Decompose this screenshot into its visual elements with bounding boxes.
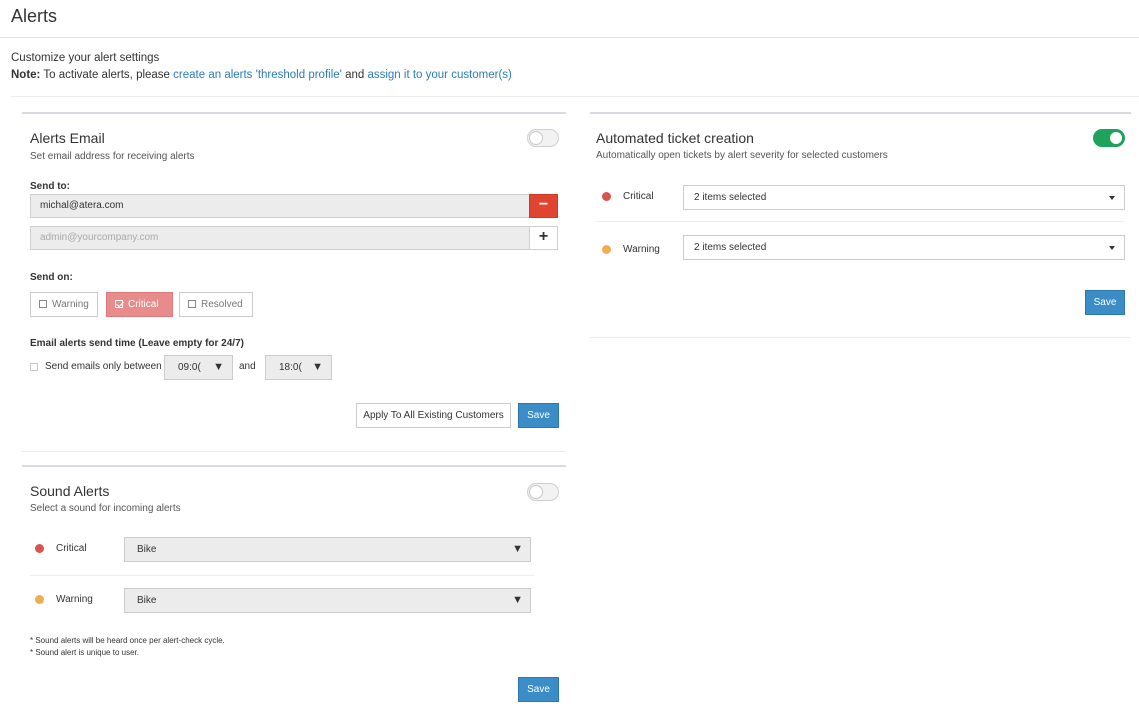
and-label: and [239,361,256,372]
ticket-warning-customers-select[interactable]: 2 items selected [683,235,1125,260]
chevron-down-icon: ▼ [512,543,523,555]
send-time-label: Email alerts send time (Leave empty for … [30,338,244,349]
ticket-creation-toggle[interactable] [1093,129,1125,147]
threshold-profile-link[interactable]: create an alerts 'threshold profile' [173,69,342,81]
page-header: Alerts [0,0,1139,38]
ticket-critical-selection: 2 items selected [694,192,767,203]
ticket-creation-title: Automated ticket creation [596,130,754,146]
alerts-email-subtitle: Set email address for receiving alerts [30,151,195,162]
send-on-critical[interactable]: Critical [106,292,173,317]
ticket-creation-panel: Automated ticket creation Automatically … [590,112,1131,338]
warning-dot-icon [35,595,44,604]
start-time-value: 09:0( [178,362,201,373]
checkbox-icon [39,300,47,308]
critical-dot-icon [602,192,611,201]
sound-note-1: * Sound alerts will be heard once per al… [30,636,225,645]
toggle-knob [1109,131,1123,145]
end-time-select[interactable]: 18:0( ▼ [265,355,332,380]
sound-warning-value: Bike [137,595,157,606]
alerts-email-toggle[interactable] [527,129,559,147]
new-email-input[interactable]: admin@yourcompany.com [30,226,530,250]
email-field[interactable]: michal@atera.com [30,194,530,218]
sound-critical-label: Critical [56,543,87,554]
sound-alerts-panel: Sound Alerts Select a sound for incoming… [22,465,566,715]
alerts-email-panel: Alerts Email Set email address for recei… [22,112,566,452]
end-time-value: 18:0( [279,362,302,373]
note-text: To activate alerts, please [43,69,170,81]
intro-text: Customize your alert settings Note: To a… [11,50,512,84]
ticket-warning-label: Warning [623,244,660,255]
row-divider [30,575,535,576]
sound-warning-label: Warning [56,594,93,605]
intro-divider [11,96,1139,97]
critical-dot-icon [35,544,44,553]
chevron-down-icon [1109,246,1115,250]
add-email-button[interactable]: + [529,226,558,250]
ticket-critical-label: Critical [623,191,654,202]
sound-warning-select[interactable]: Bike ▼ [124,588,531,613]
ticket-creation-save-button[interactable]: Save [1085,290,1125,315]
checked-checkbox-icon [115,300,123,308]
send-on-resolved[interactable]: Resolved [179,292,253,317]
warning-dot-icon [602,245,611,254]
send-on-critical-label: Critical [128,299,159,310]
send-between-checkbox[interactable] [30,363,38,371]
note-and: and [345,69,365,81]
sound-alerts-toggle[interactable] [527,483,559,501]
checkbox-icon [188,300,196,308]
sound-note-2: * Sound alert is unique to user. [30,648,139,657]
intro-note: Note: To activate alerts, please create … [11,67,512,84]
toggle-knob [529,485,543,499]
ticket-creation-subtitle: Automatically open tickets by alert seve… [596,150,888,161]
sound-alerts-title: Sound Alerts [30,483,110,499]
chevron-down-icon: ▼ [512,594,523,606]
alerts-email-title: Alerts Email [30,130,105,146]
ticket-warning-selection: 2 items selected [694,242,767,253]
remove-email-button[interactable]: − [529,194,558,218]
sound-critical-value: Bike [137,544,157,555]
send-on-label: Send on: [30,272,73,283]
send-to-label: Send to: [30,181,70,192]
send-on-warning[interactable]: Warning [30,292,98,317]
alerts-email-save-button[interactable]: Save [518,403,559,428]
sound-critical-select[interactable]: Bike ▼ [124,537,531,562]
sound-alerts-save-button[interactable]: Save [518,677,559,702]
ticket-critical-customers-select[interactable]: 2 items selected [683,185,1125,210]
intro-line: Customize your alert settings [11,52,160,64]
assign-customers-link[interactable]: assign it to your customer(s) [367,69,511,81]
note-label: Note: [11,69,41,81]
toggle-knob [529,131,543,145]
send-between-label: Send emails only between [45,361,162,372]
page-title: Alerts [11,6,58,26]
chevron-down-icon: ▼ [213,361,224,373]
row-divider [596,221,1125,222]
chevron-down-icon: ▼ [312,361,323,373]
start-time-select[interactable]: 09:0( ▼ [164,355,233,380]
send-on-warning-label: Warning [52,299,89,310]
apply-all-customers-button[interactable]: Apply To All Existing Customers [356,403,511,428]
chevron-down-icon [1109,196,1115,200]
sound-alerts-subtitle: Select a sound for incoming alerts [30,503,181,514]
send-on-resolved-label: Resolved [201,299,243,310]
